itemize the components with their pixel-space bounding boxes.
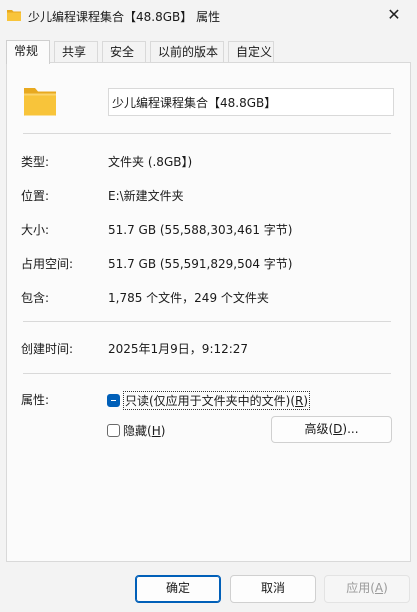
size-on-disk-label: 占用空间: [21, 257, 74, 271]
advanced-button[interactable]: 高级(D)... [271, 416, 392, 443]
folder-icon [6, 8, 22, 25]
readonly-label[interactable]: 只读(仅应用于文件夹中的文件)(R) [123, 390, 311, 410]
tab-sharing[interactable]: 共享 [54, 41, 98, 63]
hidden-checkbox[interactable] [107, 423, 120, 437]
hidden-checkbox-row[interactable]: 隐藏(H) [107, 421, 165, 439]
tab-customize[interactable]: 自定义 [228, 41, 274, 63]
readonly-checkbox-row[interactable]: 只读(仅应用于文件夹中的文件)(R) [107, 390, 311, 410]
tab-security[interactable]: 安全 [102, 41, 146, 63]
size-on-disk-value: 51.7 GB (55,591,829,504 字节) [108, 257, 293, 271]
apply-button[interactable]: 应用(A) [324, 575, 410, 603]
close-icon: ✕ [387, 5, 401, 24]
close-button[interactable]: ✕ [371, 0, 417, 32]
created-value: 2025年1月9日，9:12:27 [108, 342, 249, 356]
divider [23, 321, 391, 322]
folder-name-input[interactable] [108, 88, 394, 116]
type-value: 文件夹 (.8GB】) [108, 155, 193, 169]
attributes-label: 属性: [21, 393, 50, 407]
size-value: 51.7 GB (55,588,303,461 字节) [108, 223, 293, 237]
hidden-label[interactable]: 隐藏(H) [123, 422, 165, 439]
divider [23, 373, 391, 374]
folder-icon [23, 85, 57, 120]
location-value: E:\新建文件夹 [108, 189, 184, 203]
general-panel: 类型: 文件夹 (.8GB】) 位置: E:\新建文件夹 大小: 51.7 GB… [6, 62, 411, 562]
contains-label: 包含: [21, 291, 50, 305]
created-label: 创建时间: [21, 342, 74, 356]
size-label: 大小: [21, 223, 50, 237]
type-label: 类型: [21, 155, 50, 169]
ok-button[interactable]: 确定 [135, 575, 221, 603]
readonly-checkbox[interactable] [107, 393, 120, 407]
tab-general[interactable]: 常规 [6, 40, 50, 64]
divider [23, 133, 391, 134]
cancel-button[interactable]: 取消 [230, 575, 316, 603]
location-label: 位置: [21, 189, 50, 203]
tab-previous-versions[interactable]: 以前的版本 [150, 41, 224, 63]
contains-value: 1,785 个文件，249 个文件夹 [108, 291, 269, 305]
title-bar: 少儿编程课程集合【48.8GB】 属性 ✕ [0, 0, 417, 32]
window-title: 少儿编程课程集合【48.8GB】 属性 [28, 10, 221, 24]
